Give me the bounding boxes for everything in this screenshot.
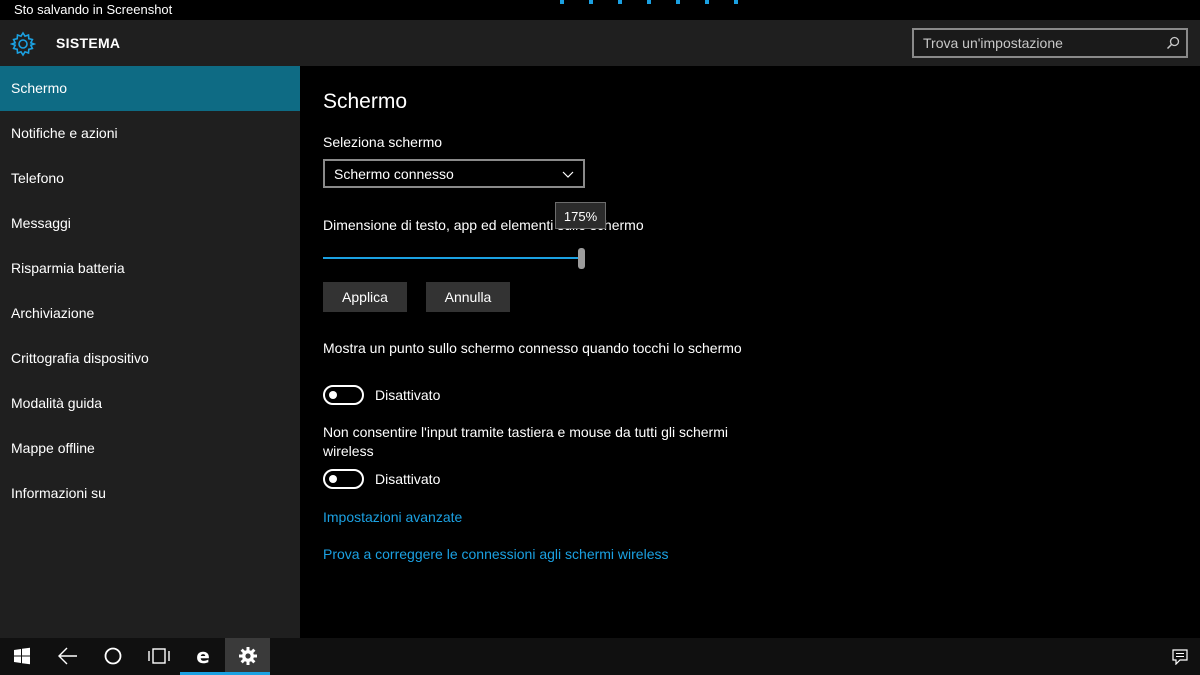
page-title: Schermo — [323, 90, 408, 113]
gear-icon — [9, 31, 37, 57]
sidebar-item-label: Messaggi — [11, 215, 71, 231]
sidebar-item-label: Informazioni su — [11, 485, 106, 501]
wireless-input-option-text: Non consentire l'input tramite tastiera … — [323, 424, 728, 459]
select-display-label: Seleziona schermo — [323, 134, 443, 150]
sidebar-item-label: Mappe offline — [11, 440, 95, 456]
sidebar-item-risparmia-batteria[interactable]: Risparmia batteria — [0, 246, 300, 291]
display-select[interactable]: Schermo connesso — [323, 159, 585, 188]
slider-tooltip: 175% — [555, 202, 606, 229]
action-center-icon[interactable] — [1160, 638, 1200, 675]
toggle-knob — [329, 391, 337, 399]
sidebar-item-label: Notifiche e azioni — [11, 125, 118, 141]
sidebar-item-informazioni[interactable]: Informazioni su — [0, 471, 300, 516]
display-select-value: Schermo connesso — [334, 166, 454, 182]
scale-slider[interactable] — [323, 248, 585, 270]
toggle-knob — [329, 475, 337, 483]
slider-tooltip-text: 175% — [563, 209, 598, 224]
search-input[interactable]: Trova un'impostazione — [912, 28, 1188, 58]
back-icon[interactable] — [45, 638, 90, 675]
sidebar: Schermo Notifiche e azioni Telefono Mess… — [0, 66, 300, 638]
touch-point-toggle-state: Disattivato — [375, 387, 441, 403]
task-view-icon[interactable] — [135, 638, 180, 675]
sidebar-item-mappe-offline[interactable]: Mappe offline — [0, 426, 300, 471]
settings-icon[interactable] — [225, 638, 270, 675]
search-placeholder: Trova un'impostazione — [923, 35, 1063, 51]
status-bar: Sto salvando in Screenshot — [0, 0, 1200, 20]
windows-icon[interactable] — [0, 638, 45, 675]
wireless-input-toggle-state: Disattivato — [375, 471, 441, 487]
sidebar-item-notifiche[interactable]: Notifiche e azioni — [0, 111, 300, 156]
sidebar-item-modalita-guida[interactable]: Modalità guida — [0, 381, 300, 426]
sidebar-item-label: Telefono — [11, 170, 64, 186]
sidebar-item-crittografia[interactable]: Crittografia dispositivo — [0, 336, 300, 381]
sidebar-item-label: Risparmia batteria — [11, 260, 125, 276]
status-text: Sto salvando in Screenshot — [14, 2, 173, 17]
sidebar-item-label: Schermo — [11, 80, 68, 96]
sidebar-item-telefono[interactable]: Telefono — [0, 156, 300, 201]
fix-wireless-link[interactable]: Prova a correggere le connessioni agli s… — [323, 546, 669, 562]
app-title: SISTEMA — [56, 35, 121, 51]
sidebar-item-label: Modalità guida — [11, 395, 103, 411]
sidebar-item-schermo[interactable]: Schermo — [0, 66, 300, 111]
sidebar-item-label: Archiviazione — [11, 305, 95, 321]
touch-point-toggle[interactable] — [323, 385, 364, 405]
slider-track — [323, 257, 578, 259]
sidebar-item-messaggi[interactable]: Messaggi — [0, 201, 300, 246]
wireless-input-toggle[interactable] — [323, 469, 364, 489]
app-header: SISTEMA Trova un'impostazione — [0, 20, 1200, 66]
search-icon[interactable] — [1166, 36, 1180, 50]
main-content: Schermo Seleziona schermo Schermo connes… — [300, 66, 1200, 638]
chevron-down-icon — [562, 167, 574, 179]
taskbar: e — [0, 638, 1200, 675]
sidebar-item-label: Crittografia dispositivo — [11, 350, 149, 366]
svg-text:e: e — [196, 646, 210, 666]
touch-point-option-text: Mostra un punto sullo schermo connesso q… — [323, 340, 742, 356]
slider-thumb[interactable] — [578, 248, 585, 269]
cortana-icon[interactable] — [90, 638, 135, 675]
sidebar-item-archiviazione[interactable]: Archiviazione — [0, 291, 300, 336]
edge-icon[interactable]: e — [180, 638, 225, 675]
apply-button[interactable]: Applica — [323, 282, 407, 312]
advanced-settings-link[interactable]: Impostazioni avanzate — [323, 509, 462, 525]
progress-indicator — [560, 0, 750, 4]
cancel-button[interactable]: Annulla — [426, 282, 510, 312]
